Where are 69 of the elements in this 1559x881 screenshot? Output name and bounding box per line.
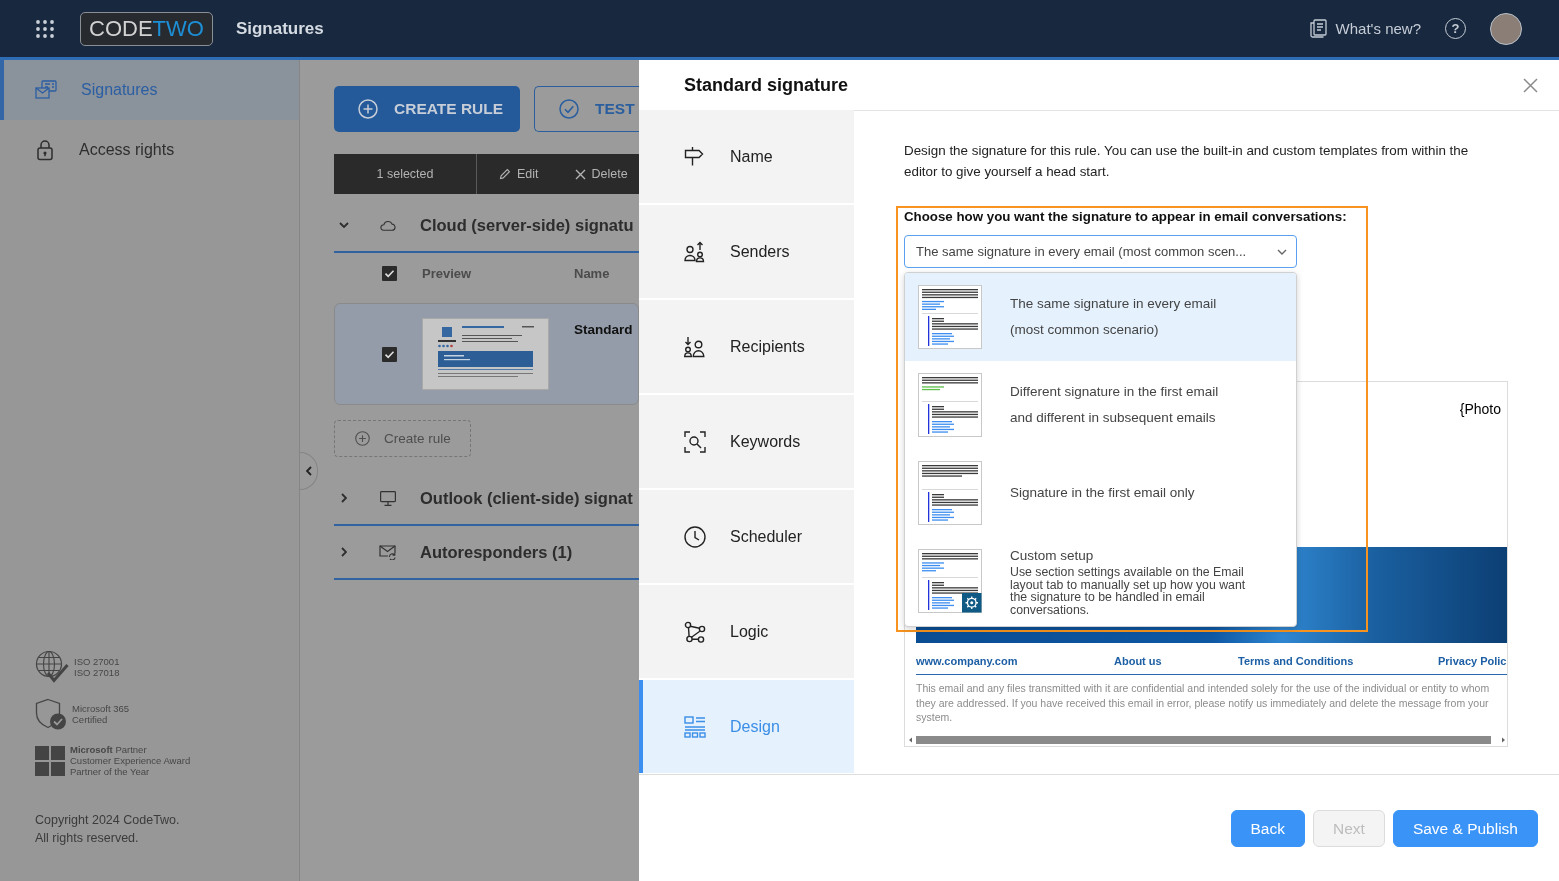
lock-icon [35, 139, 55, 161]
preview-link[interactable]: Privacy Polic [1438, 655, 1507, 668]
selection-count: 1 selected [334, 154, 477, 194]
x-icon [574, 168, 586, 180]
column-header: Preview [422, 265, 473, 281]
search-frame-icon [684, 430, 706, 453]
envelope-arrows-icon [379, 544, 396, 560]
nav-item[interactable]: Access rights [0, 120, 299, 180]
rule-name: Standard [574, 322, 633, 337]
dropdown-option[interactable]: Custom setup Use section settings available on the Email layout tab to manually set up how you want the signature to be handled in email conversations. [905, 537, 1296, 626]
wizard-step[interactable]: Scheduler [639, 490, 854, 583]
certification-text: Microsoft Partner Customer Experience Award Partner of the Year [70, 744, 191, 777]
shield-check-icon [35, 698, 67, 730]
wizard-step[interactable]: Keywords [639, 395, 854, 488]
email-layout-icon [918, 285, 982, 349]
signpost-icon [684, 145, 706, 168]
preview-link[interactable]: www.company.com [916, 655, 1018, 668]
checkbox[interactable] [382, 265, 397, 281]
wizard-step[interactable]: Senders [639, 205, 854, 298]
clock-icon [684, 525, 706, 548]
description-text: Design the signature for this rule. You can use the built-in and custom templates from within the editor to give yourself a head start. [904, 142, 1470, 181]
copyright-text: Copyright 2024 CodeTwo. All rights reserved. [35, 812, 181, 847]
create-rule-button[interactable]: CREATE RULE [334, 86, 520, 132]
dropdown-field[interactable]: The same signature in every email (most common scen... [904, 235, 1297, 268]
globe-check-icon [35, 650, 69, 684]
cloud-icon [379, 219, 396, 231]
disclaimer-text: This email and any files transmitted with it are confidential and intended solely for the use of the individual or entity to whom they are addressed. If you have received this email in error, please notify us immediately and delete the message from your system. [916, 681, 1491, 726]
chevron-down-icon [1277, 248, 1287, 255]
monitor-icon [379, 490, 396, 506]
whats-new-link[interactable]: What's new? [1309, 19, 1421, 38]
pencil-icon [499, 168, 511, 180]
field-label: Choose how you want the signature to appear in email conversations: [904, 208, 1348, 226]
placeholder-token: {Photo [1459, 401, 1501, 417]
plus-circle-icon [358, 99, 378, 119]
close-icon[interactable] [1523, 77, 1538, 93]
preview-link[interactable]: Terms and Conditions [1238, 655, 1354, 668]
certification-text: ISO 27001 ISO 27018 [74, 656, 120, 678]
collapse-button[interactable] [300, 452, 318, 490]
wizard-step[interactable]: Name [639, 110, 854, 203]
dropdown-option[interactable]: The same signature in every email (most common scenario) [905, 273, 1296, 361]
panel-title: Standard signature [684, 74, 849, 96]
email-layout-icon [918, 461, 982, 525]
column-header: Name [574, 265, 610, 281]
dropdown-option[interactable]: Different signature in the first email and different in subsequent emails [905, 361, 1296, 449]
edit-button[interactable]: Edit [499, 167, 539, 181]
certification-text: Microsoft 365 Certified [72, 703, 130, 725]
people-arrow-up-icon [684, 240, 706, 263]
wizard-step[interactable]: Logic [639, 585, 854, 678]
chevron-left-icon [305, 466, 312, 476]
rule-row[interactable]: Standard [334, 303, 639, 405]
user-avatar[interactable] [1490, 12, 1522, 45]
check-circle-icon [559, 99, 579, 119]
app-title: Signatures [235, 18, 324, 39]
envelope-card-icon [35, 80, 57, 100]
nodes-icon [684, 620, 706, 643]
dropdown-option[interactable]: Signature in the first email only [905, 449, 1296, 537]
layout-icon [684, 715, 706, 738]
delete-button[interactable]: Delete [574, 167, 628, 181]
preview-link[interactable]: About us [1114, 655, 1162, 668]
four-squares-icon [35, 745, 65, 776]
checkbox[interactable] [382, 346, 397, 362]
arrow-down-people-icon [684, 335, 706, 358]
plus-circle-icon [355, 431, 370, 446]
apps-grid-icon[interactable] [36, 19, 54, 38]
app-logo: CODETWO [80, 11, 213, 46]
email-layout-icon [918, 549, 982, 613]
wizard-step[interactable]: Recipients [639, 300, 854, 393]
email-layout-icon [918, 373, 982, 437]
document-icon [1309, 19, 1327, 38]
